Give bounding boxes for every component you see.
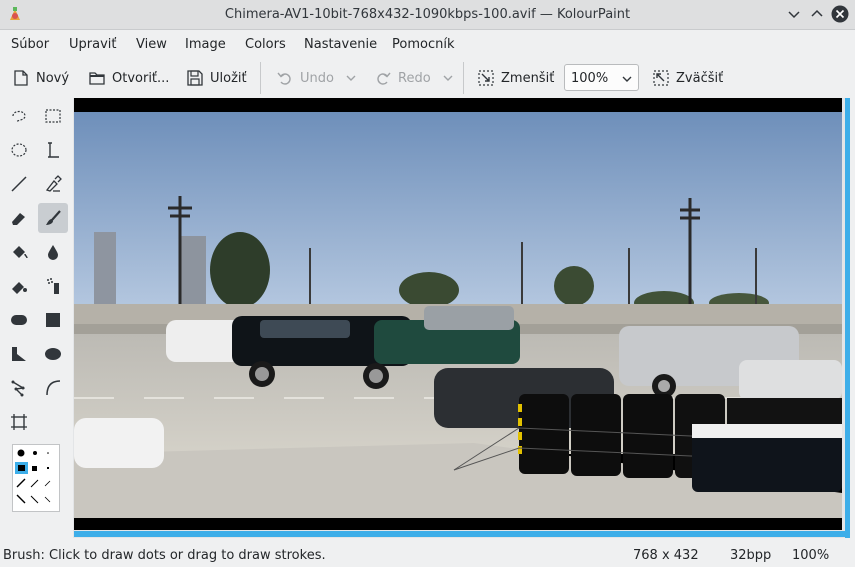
rounded-rectangle-icon [11,315,27,325]
menu-help[interactable]: Pomocník [392,37,454,52]
text-icon [48,142,59,158]
brush-shapes-icon [15,449,51,504]
image-canvas[interactable] [74,98,842,530]
menu-bar: Súbor Upraviť View Image Colors Nastaven… [0,30,855,58]
menu-edit[interactable]: Upraviť [69,37,116,52]
status-bar: Brush: Click to draw dots or drag to dra… [0,544,855,567]
pen-tool[interactable] [38,271,68,301]
open-label: Otvoriť... [112,70,170,86]
main-toolbar: Nový Otvoriť... Uložiť Undo Redo Zmenšiť… [0,58,855,98]
curve-tool[interactable] [38,373,68,403]
redo-button[interactable]: Redo [374,64,431,92]
status-zoom: 100% [792,548,830,563]
window-title: Chimera-AV1-10bit-768x432-1090kbps-100.a… [224,7,631,22]
polyline-icon [11,380,26,397]
undo-icon [277,72,291,85]
status-dimensions: 768 x 432 [633,548,699,563]
line-tool[interactable] [4,169,34,199]
status-message: Brush: Click to draw dots or drag to dra… [3,548,326,563]
menu-file[interactable]: Súbor [11,37,49,52]
minimize-icon[interactable] [785,5,803,23]
new-label: Nový [36,70,70,86]
maximize-icon[interactable] [808,5,826,23]
title-bar: Chimera-AV1-10bit-768x432-1090kbps-100.a… [0,0,855,30]
eraser-tool[interactable] [4,203,34,233]
zoom-out-label: Zmenšiť [501,70,555,86]
color-eraser-tool[interactable] [38,237,68,267]
rectangular-selection-tool[interactable] [38,101,68,131]
zoom-in-label: Zväčšiť [676,70,724,86]
ellipse-icon [45,348,61,360]
close-icon[interactable] [831,5,849,23]
free-form-selection-tool[interactable] [4,101,34,131]
redo-icon [377,72,391,85]
ellipse-tool[interactable] [38,339,68,369]
rectangular-selection-icon [45,109,61,123]
open-button[interactable]: Otvoriť... [88,64,169,92]
folder-open-icon [89,72,105,85]
polygon-tool[interactable] [4,339,34,369]
zoom-in-button[interactable]: Zväčšiť [652,64,723,92]
color-eraser-icon [48,245,58,260]
save-button[interactable]: Uložiť [186,64,247,92]
text-tool[interactable] [38,135,68,165]
new-document-icon [14,70,28,86]
menu-view[interactable]: View [136,37,167,52]
free-form-selection-icon [12,110,26,123]
autocrop-tool[interactable] [4,407,34,437]
zoom-out-button[interactable]: Zmenšiť [477,64,554,92]
undo-dropdown-icon[interactable] [345,73,357,83]
canvas-resize-handle-right[interactable] [845,98,850,538]
eraser-icon [12,213,25,225]
spraycan-tool[interactable] [4,271,34,301]
pen-icon [47,278,59,294]
zoom-out-icon [478,70,494,86]
elliptical-selection-tool[interactable] [4,135,34,165]
autocrop-icon [11,414,27,430]
status-color-depth: 32bpp [730,548,772,563]
menu-colors[interactable]: Colors [245,37,286,52]
polyline-tool[interactable] [4,373,34,403]
redo-dropdown-icon[interactable] [442,73,454,83]
brush-size-panel[interactable] [12,444,60,512]
chevron-down-icon [622,76,632,82]
line-icon [11,176,27,192]
curve-icon [46,380,61,396]
zoom-value: 100% [571,71,609,86]
rectangle-tool[interactable] [38,305,68,335]
save-label: Uložiť [210,70,247,86]
undo-label: Undo [300,70,334,86]
zoom-in-icon [653,70,669,86]
color-picker-icon [45,175,62,192]
flood-fill-tool[interactable] [4,237,34,267]
flood-fill-icon [13,246,28,259]
rounded-rectangle-tool[interactable] [4,305,34,335]
rectangle-icon [46,313,60,327]
menu-settings[interactable]: Nastavenie [304,37,377,52]
toolbar-separator [260,62,261,94]
highway-photo [74,98,842,530]
zoom-select[interactable]: 100% [564,64,639,91]
toolbar-separator [463,62,464,94]
new-button[interactable]: Nový [12,64,69,92]
elliptical-selection-icon [11,143,27,157]
save-icon [187,70,203,86]
brush-tool[interactable] [38,203,68,233]
brush-icon [46,210,61,225]
canvas-resize-handle-bottom[interactable] [74,531,850,537]
menu-image[interactable]: Image [185,37,226,52]
undo-button[interactable]: Undo [276,64,334,92]
redo-label: Redo [398,70,431,86]
color-picker-tool[interactable] [38,169,68,199]
spraycan-icon [12,282,27,294]
polygon-icon [12,347,26,361]
